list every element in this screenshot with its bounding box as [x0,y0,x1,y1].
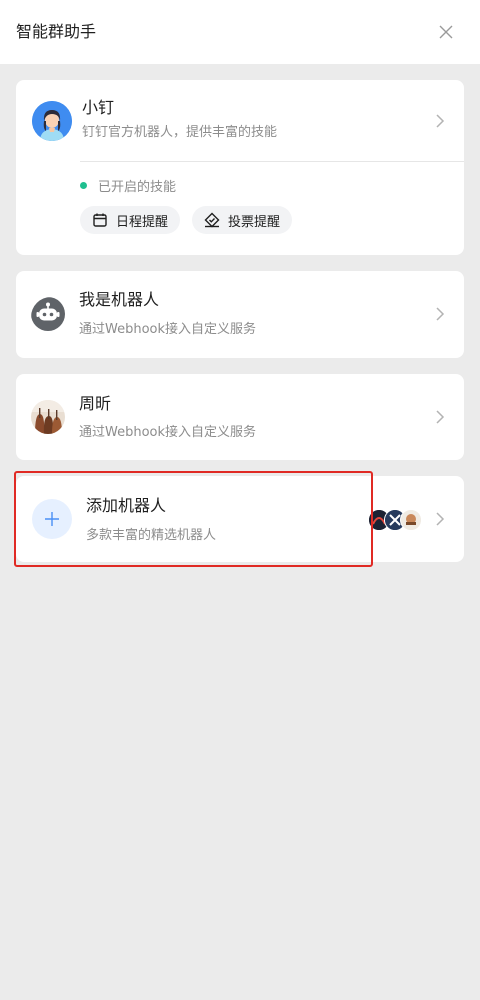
vote-icon [204,212,220,228]
skill-chip-label: 日程提醒 [116,214,169,230]
assistant-description: 钉钉官方机器人，提供丰富的技能 [82,125,278,140]
skills-list: 日程提醒 投票提醒 [80,206,293,234]
close-icon [439,25,453,39]
page-title: 智能群助手 [16,22,97,41]
plus-icon [45,512,59,526]
robot-avatar-photo [31,400,65,434]
chevron-right-icon [436,307,445,321]
robot-description: 通过Webhook接入自定义服务 [79,322,257,337]
robot-name: 周昕 [79,394,112,413]
skill-chip-schedule[interactable]: 日程提醒 [80,206,181,234]
featured-robots-avatars [368,509,424,531]
status-dot-icon [80,182,87,189]
chevron-right-icon [436,410,445,424]
chevron-right-icon [436,114,445,128]
robot-description: 通过Webhook接入自定义服务 [79,425,257,440]
skill-chip-vote[interactable]: 投票提醒 [192,206,293,234]
skill-chip-label: 投票提醒 [228,214,281,230]
add-robot-title: 添加机器人 [86,496,167,515]
skills-status: 已开启的技能 [80,176,176,195]
header-bar: 智能群助手 [0,0,480,64]
divider [80,161,464,162]
robot-icon [31,297,71,337]
add-robot-card[interactable]: 添加机器人 多款丰富的精选机器人 [16,476,464,562]
assistant-name: 小钉 [82,98,115,117]
robot-card[interactable]: 我是机器人 通过Webhook接入自定义服务 [16,271,464,358]
robot-name: 我是机器人 [79,290,160,309]
calendar-icon [93,213,107,227]
close-button[interactable] [430,16,462,48]
add-robot-button[interactable] [32,499,72,539]
skills-status-label: 已开启的技能 [98,180,177,195]
chevron-right-icon [436,512,445,526]
add-robot-description: 多款丰富的精选机器人 [86,528,217,543]
robot-card[interactable]: 周昕 通过Webhook接入自定义服务 [16,374,464,460]
assistant-card[interactable]: 小钉 钉钉官方机器人，提供丰富的技能 已开启的技能 日程提醒 投票提醒 [16,80,464,255]
assistant-avatar [32,101,72,141]
featured-robot-avatar [400,509,422,531]
